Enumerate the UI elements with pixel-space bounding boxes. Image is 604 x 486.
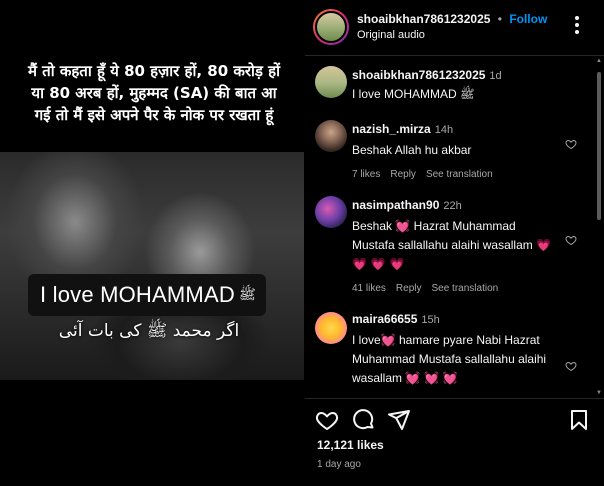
comment-time: 22h bbox=[443, 200, 462, 212]
comment-username[interactable]: maira66655 bbox=[352, 312, 417, 326]
see-translation-button[interactable]: See translation bbox=[426, 169, 493, 180]
comment-username[interactable]: nazish_.mirza bbox=[352, 122, 431, 136]
comment-username[interactable]: nasimpathan90 bbox=[352, 198, 439, 212]
post-header: shoaibkhan7861232025 • Follow Original a… bbox=[305, 0, 604, 54]
follow-button[interactable]: Follow bbox=[509, 12, 547, 26]
comment-time: 14h bbox=[434, 124, 454, 136]
scroll-down-icon[interactable]: ▼ bbox=[595, 390, 603, 396]
more-icon[interactable] bbox=[568, 14, 586, 36]
bookmark-icon[interactable] bbox=[567, 408, 591, 432]
comments-scrollbar[interactable]: ▲ ▼ bbox=[595, 58, 603, 396]
reply-button[interactable]: Reply bbox=[390, 169, 416, 180]
video-urdu-caption: اگر محمد ﷺ کی بات آئی bbox=[58, 321, 240, 341]
comment-time: 1d bbox=[489, 70, 502, 82]
comment-text: I love MOHAMMAD ﷺ bbox=[352, 87, 475, 101]
header-separator: • bbox=[497, 12, 502, 26]
love-text: I love MOHAMMAD bbox=[40, 282, 235, 307]
heart-icon[interactable] bbox=[565, 234, 577, 246]
avatar[interactable] bbox=[313, 9, 349, 45]
heart-emoji: 💓 bbox=[395, 219, 411, 233]
share-icon[interactable] bbox=[387, 408, 411, 432]
audio-label[interactable]: Original audio bbox=[357, 29, 425, 41]
avatar[interactable] bbox=[315, 120, 347, 152]
avatar[interactable] bbox=[315, 196, 347, 228]
reply-button[interactable]: Reply bbox=[396, 283, 422, 294]
comment-text: I love💓 hamare pyare Nabi Hazrat Muhamma… bbox=[352, 331, 557, 388]
action-bar bbox=[305, 404, 604, 436]
likes-count[interactable]: 12,121 likes bbox=[317, 438, 384, 452]
video-hindi-caption: मैं तो कहता हूँ ये 80 हज़ार हों, 80 करोड… bbox=[27, 62, 281, 124]
video-player[interactable]: मैं तो कहता हूँ ये 80 हज़ार हों, 80 करोड… bbox=[0, 0, 304, 486]
comment-text-part: Beshak bbox=[352, 219, 396, 233]
love-banner: I love MOHAMMAD ﷺ bbox=[28, 274, 266, 316]
scroll-thumb[interactable] bbox=[597, 72, 601, 220]
comment-time: 15h bbox=[421, 314, 440, 326]
heart-icon[interactable] bbox=[565, 360, 577, 372]
scroll-up-icon[interactable]: ▲ bbox=[595, 58, 603, 64]
heart-icon[interactable] bbox=[315, 408, 339, 432]
comment-likes[interactable]: 7 likes bbox=[352, 169, 380, 180]
heart-icon[interactable] bbox=[565, 138, 577, 150]
comment-likes[interactable]: 41 likes bbox=[352, 283, 386, 294]
video-frame bbox=[0, 152, 304, 380]
heart-emoji: 💓 bbox=[380, 333, 396, 347]
comment-text: Beshak 💓 Hazrat Muhammad Mustafa sallall… bbox=[352, 217, 557, 274]
post-panel: shoaibkhan7861232025 • Follow Original a… bbox=[305, 0, 604, 486]
see-translation-button[interactable]: See translation bbox=[431, 283, 498, 294]
avatar[interactable] bbox=[315, 312, 347, 344]
pbuh-glyph: ﷺ bbox=[238, 287, 256, 303]
comment-list[interactable]: shoaibkhan7861232025 1d I love MOHAMMAD ﷺ… bbox=[305, 56, 593, 398]
post-timestamp[interactable]: 1 day ago bbox=[317, 459, 361, 470]
avatar[interactable] bbox=[315, 66, 347, 98]
divider bbox=[305, 398, 604, 399]
comment-username[interactable]: shoaibkhan7861232025 bbox=[352, 68, 485, 82]
heart-emoji: 💓 💓 💓 bbox=[405, 371, 458, 385]
header-username[interactable]: shoaibkhan7861232025 bbox=[357, 12, 490, 26]
comment-text-part: I love bbox=[352, 333, 381, 347]
comment-icon[interactable] bbox=[352, 408, 376, 432]
comment-text: Beshak Allah hu akbar bbox=[352, 143, 472, 157]
